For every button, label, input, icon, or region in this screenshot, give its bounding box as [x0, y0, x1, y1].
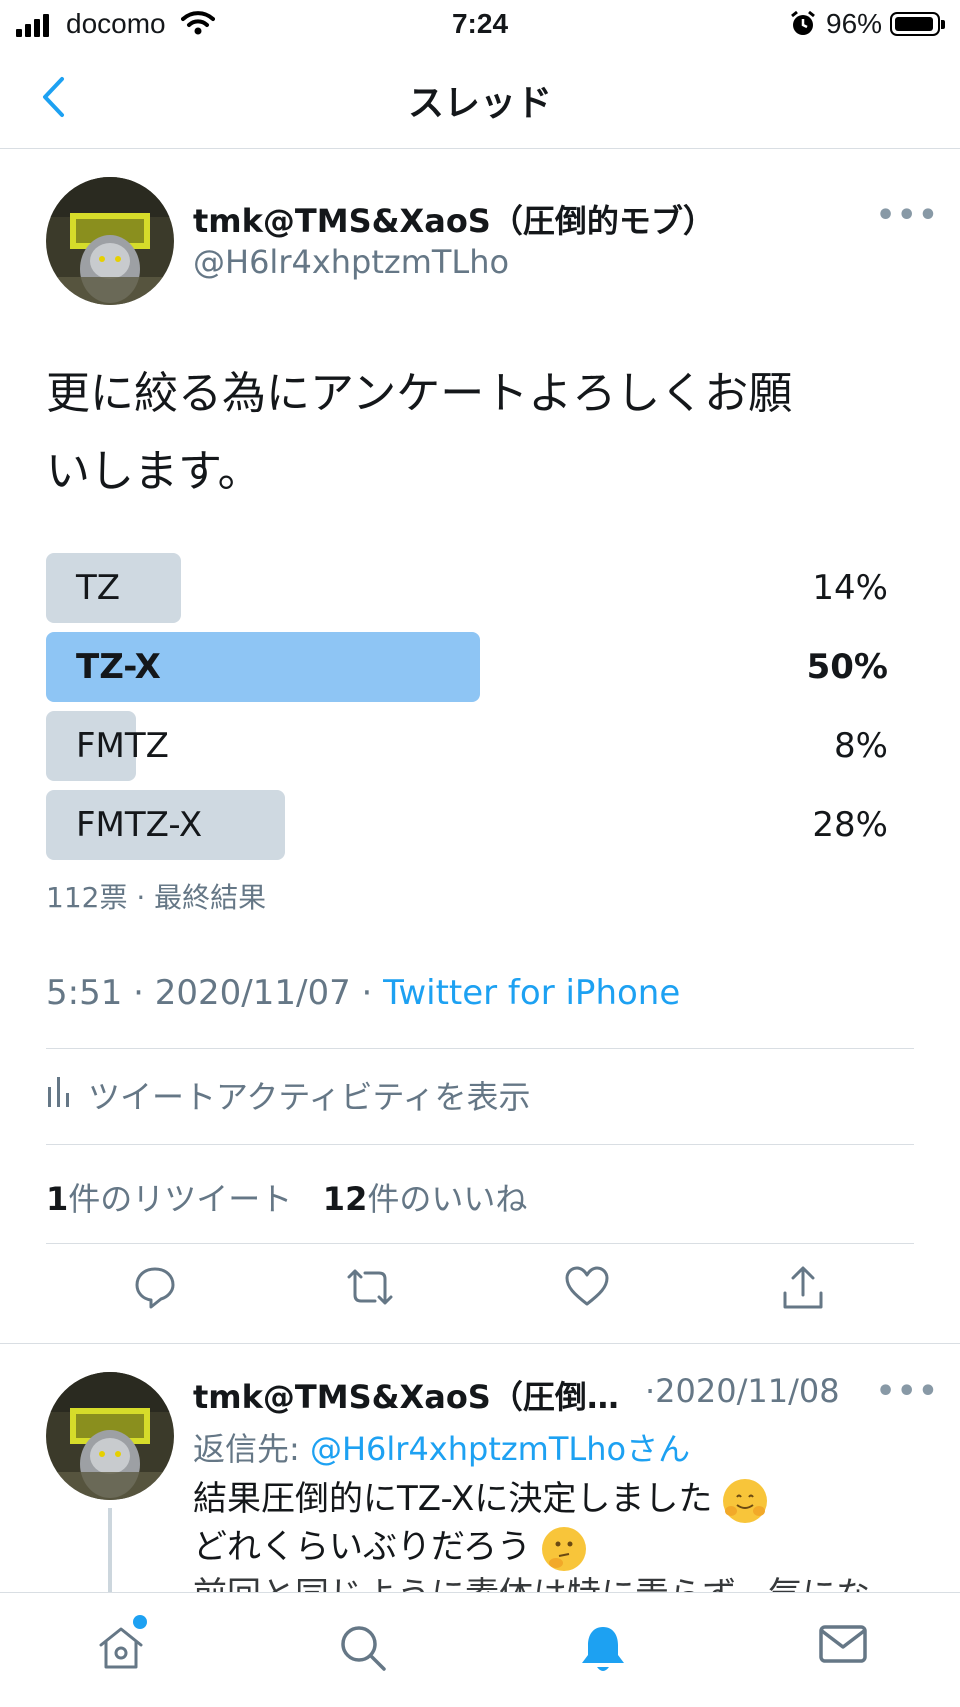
tweet-timestamp: 5:51 · 2020/11/07 · Twitter for iPhone: [46, 973, 680, 1013]
poll-option-percent: 28%: [812, 805, 888, 845]
divider: [46, 1048, 914, 1049]
alarm-icon: [790, 10, 816, 45]
likes-count[interactable]: 12件のいいね: [323, 1180, 528, 1218]
tweet-text-line: 更に絞る為にアンケートよろしくお願: [46, 368, 793, 419]
clock: 7:24: [451, 8, 509, 39]
timestamp-text: 5:51 · 2020/11/07 ·: [46, 973, 384, 1013]
hugging-face-emoji-icon: [723, 1478, 768, 1523]
tweet-text-line: いします。: [46, 446, 262, 497]
reply-to: 返信先: @H6lr4xhptzmTLhoさん: [193, 1424, 690, 1470]
thread-separator: [0, 1343, 960, 1344]
tweet-activity-link[interactable]: ツイートアクティビティを表示: [46, 1072, 531, 1118]
divider: [46, 1144, 914, 1145]
share-icon[interactable]: [780, 1265, 826, 1315]
analytics-icon: [46, 1073, 72, 1117]
poll-option-percent: 8%: [834, 726, 888, 766]
retweets-count[interactable]: 1件のリツイート: [46, 1180, 292, 1218]
more-options-icon[interactable]: •••: [876, 198, 940, 233]
home-icon[interactable]: [96, 1623, 146, 1677]
activity-label: ツイートアクティビティを表示: [88, 1078, 531, 1116]
reply-to-handle[interactable]: @H6lr4xhptzmTLhoさん: [310, 1430, 690, 1468]
reply-avatar[interactable]: [46, 1372, 174, 1500]
poll-option-percent: 50%: [806, 647, 888, 687]
reply-more-options-icon[interactable]: •••: [876, 1374, 940, 1409]
user-handle[interactable]: @H6lr4xhptzmTLho: [193, 243, 509, 281]
reply-to-prefix: 返信先:: [193, 1430, 310, 1468]
search-icon[interactable]: [338, 1623, 388, 1677]
tweet-actions: [0, 1265, 960, 1325]
reply-text-line: どれくらいぶりだろう: [193, 1527, 531, 1567]
notifications-icon[interactable]: [578, 1623, 628, 1679]
reply-date: ·2020/11/08: [645, 1372, 840, 1410]
poll-meta: 112票 · 最終結果: [46, 881, 267, 914]
messages-icon[interactable]: [818, 1623, 868, 1669]
poll-option-percent: 14%: [812, 568, 888, 608]
display-name[interactable]: tmk@TMS&XaoS（圧倒的モブ）: [193, 196, 715, 242]
avatar[interactable]: [46, 177, 174, 305]
tab-bar: [0, 1592, 960, 1707]
retweet-icon[interactable]: [345, 1265, 395, 1313]
poll-option-label: TZ: [76, 568, 121, 608]
battery-icon: [890, 12, 945, 36]
poll-option-label: FMTZ: [76, 726, 169, 766]
status-bar: docomo 7:24 96%: [0, 0, 960, 50]
engagement-counts: 1件のリツイート 12件のいいね: [46, 1174, 527, 1220]
poll-option-label: FMTZ-X: [76, 805, 203, 845]
poll-option-label: TZ-X: [76, 647, 161, 687]
reply-icon[interactable]: [133, 1265, 177, 1313]
source-link[interactable]: Twitter for iPhone: [383, 973, 680, 1013]
divider: [46, 1243, 914, 1244]
tweet-text: 更に絞る為にアンケートよろしくお願 いします。: [46, 355, 916, 511]
like-icon[interactable]: [564, 1265, 610, 1311]
reply-display-name[interactable]: tmk@TMS&XaoS（圧倒…: [193, 1372, 619, 1418]
home-notification-dot: [133, 1615, 147, 1629]
page-title: スレッド: [407, 83, 552, 124]
thinking-face-emoji-icon: [541, 1526, 586, 1571]
navigation-bar: スレッド: [0, 50, 960, 149]
reply-text-line: 結果圧倒的にTZ-Xに決定しました: [193, 1479, 713, 1519]
battery-percent: 96%: [826, 8, 883, 39]
